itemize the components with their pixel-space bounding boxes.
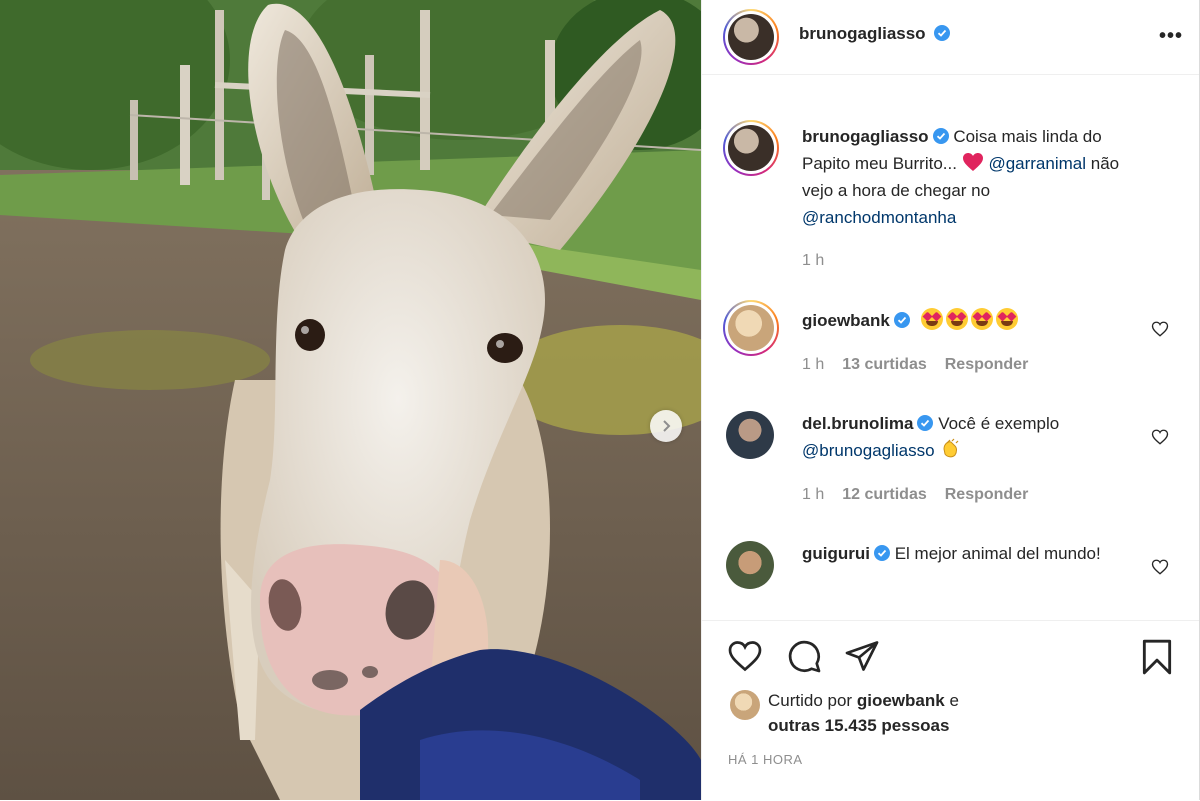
liked-by-user[interactable]: gioewbank (857, 691, 945, 710)
comment-body: Você é exemplo (938, 414, 1060, 433)
caption-avatar[interactable] (728, 125, 774, 171)
verified-badge-icon (917, 415, 934, 431)
comment-username[interactable]: guigurui (802, 544, 870, 563)
comment-avatar[interactable] (728, 305, 774, 351)
donkey-photo-illustration (0, 0, 701, 800)
comment-mention-brunogagliasso[interactable]: @brunogagliasso (802, 441, 935, 460)
comment-meta: 1 h 12 curtidas Responder (802, 486, 1046, 504)
comment-text: guigurui El mejor animal del mundo! (802, 540, 1142, 567)
comment-time[interactable]: 1 h (802, 356, 824, 373)
comment-text: gioewbank (802, 307, 1142, 334)
liked-by-others[interactable]: outras 15.435 pessoas (768, 716, 949, 735)
reply-button[interactable]: Responder (945, 356, 1029, 373)
like-heart-icon[interactable] (726, 638, 764, 674)
comment-avatar[interactable] (726, 411, 774, 459)
heart-eyes-emoji-icon (995, 308, 1018, 330)
heart-eyes-emoji-icon (920, 308, 943, 330)
comment-body: El mejor animal del mundo! (894, 544, 1101, 563)
caption-mention-garranimal[interactable]: @garranimal (988, 154, 1086, 173)
story-ring[interactable] (723, 9, 779, 65)
reply-button[interactable]: Responder (945, 486, 1029, 503)
more-icon: ••• (1158, 24, 1183, 47)
carousel-next-button[interactable] (650, 410, 682, 442)
author-avatar[interactable] (728, 14, 774, 60)
heart-eyes-emojis (920, 308, 1021, 330)
comment-username[interactable]: gioewbank (802, 311, 890, 330)
caption-time[interactable]: 1 h (802, 252, 824, 269)
post-header: brunogagliasso ••• (702, 0, 1199, 75)
clapping-hands-emoji-icon (943, 438, 959, 458)
heart-eyes-emoji-icon (945, 308, 968, 330)
share-icon[interactable] (844, 638, 880, 674)
comment-like-heart-icon[interactable] (1151, 320, 1169, 338)
post-sidebar: brunogagliasso ••• brunogagliasso Coisa … (701, 0, 1200, 800)
verified-badge-icon (934, 25, 951, 41)
red-heart-emoji-icon (962, 153, 983, 171)
author-name-row: brunogagliasso (799, 24, 951, 44)
comment-like-heart-icon[interactable] (1151, 428, 1169, 446)
caption-mention-ranchodmontanha[interactable]: @ranchodmontanha (802, 208, 956, 227)
comment-time[interactable]: 1 h (802, 486, 824, 503)
caption-text: brunogagliasso Coisa mais linda do Papit… (802, 123, 1142, 231)
verified-badge-icon (932, 128, 949, 144)
bookmark-icon[interactable] (1140, 638, 1174, 676)
chevron-right-icon (663, 420, 671, 432)
comment-avatar[interactable] (726, 541, 774, 589)
comment-meta: 1 h 13 curtidas Responder (802, 356, 1046, 374)
caption-username[interactable]: brunogagliasso (802, 127, 929, 146)
post-photo[interactable] (0, 0, 701, 800)
comment-text: del.brunolima Você é exemplo @brunogagli… (802, 410, 1142, 464)
liked-by-avatar[interactable] (730, 690, 760, 720)
liked-by-summary: Curtido por gioewbank e outras 15.435 pe… (768, 688, 959, 738)
comment-username[interactable]: del.brunolima (802, 414, 913, 433)
comments-list[interactable]: brunogagliasso Coisa mais linda do Papit… (702, 75, 1199, 620)
comment-story-ring[interactable] (723, 300, 779, 356)
verified-badge-icon (873, 545, 890, 561)
post-timestamp[interactable]: HÁ 1 HORA (728, 752, 803, 767)
heart-eyes-emoji-icon (970, 308, 993, 330)
more-options-button[interactable]: ••• (1157, 24, 1185, 48)
comment-like-heart-icon[interactable] (1151, 558, 1169, 576)
comment-likes[interactable]: 12 curtidas (842, 486, 926, 503)
comment-likes[interactable]: 13 curtidas (842, 356, 926, 373)
liked-by-prefix: Curtido por (768, 691, 853, 710)
liked-by-conj: e (949, 691, 959, 710)
comment-icon[interactable] (786, 638, 822, 674)
author-username[interactable]: brunogagliasso (799, 24, 926, 43)
caption-story-ring[interactable] (723, 120, 779, 176)
caption-meta: 1 h (802, 252, 842, 270)
verified-badge-icon (893, 312, 910, 328)
